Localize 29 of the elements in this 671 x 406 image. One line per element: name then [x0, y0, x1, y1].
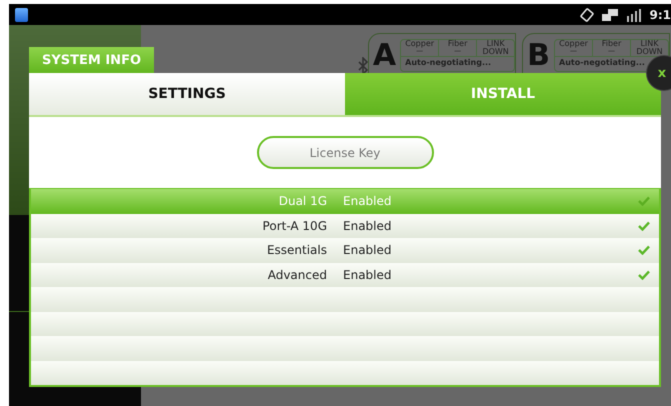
feature-name: Port-A 10G — [262, 218, 327, 233]
port-label: Fiber — [602, 40, 622, 48]
feature-row[interactable]: Essentials Enabled — [31, 238, 659, 262]
feature-name: Advanced — [266, 268, 327, 282]
feature-status: Enabled — [343, 268, 392, 282]
app-icon[interactable] — [15, 8, 28, 22]
dialog-title: SYSTEM INFO — [29, 47, 154, 73]
port-status: Auto-negotiating... — [401, 56, 514, 70]
feature-row[interactable]: Port-A 10G Enabled — [31, 214, 659, 238]
port-label: Copper — [559, 40, 588, 48]
feature-name: Essentials — [266, 243, 327, 258]
clock: 9:1 — [650, 8, 671, 22]
port-letter: A — [372, 38, 396, 72]
port-label: LINK DOWN — [636, 40, 664, 56]
feature-name: Dual 1G — [278, 194, 327, 208]
feature-status: Enabled — [343, 243, 392, 258]
signal-icon — [626, 8, 642, 22]
bluetooth-icon — [358, 57, 368, 75]
feature-status: Enabled — [343, 218, 392, 233]
tab[interactable]: SETTINGS — [29, 73, 345, 115]
feature-status: Enabled — [343, 194, 392, 208]
port-label: Fiber — [448, 40, 468, 48]
feature-row[interactable]: Advanced Enabled — [31, 262, 659, 287]
license-key-button[interactable]: License Key — [256, 136, 434, 169]
sync-icon — [602, 8, 618, 20]
port-label: Copper — [405, 40, 434, 48]
port-letter: B — [527, 38, 550, 72]
rotation-icon — [580, 8, 594, 22]
port-label: LINK DOWN — [482, 40, 510, 56]
